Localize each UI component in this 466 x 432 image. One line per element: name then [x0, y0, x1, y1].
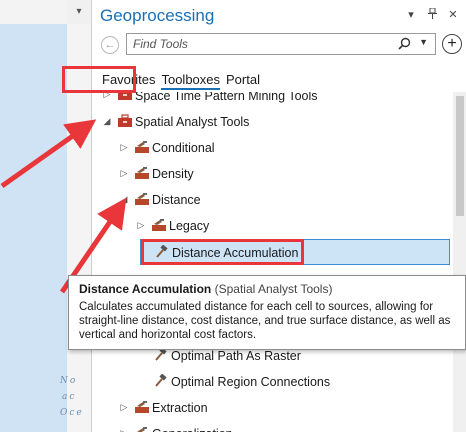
- pin-icon[interactable]: [426, 7, 438, 22]
- tool-tooltip: Distance Accumulation (Spatial Analyst T…: [68, 275, 466, 350]
- collapsed-arrow-icon[interactable]: ▷: [119, 428, 129, 432]
- tree-item-label: Space Time Pattern Mining Tools: [135, 92, 318, 103]
- map-label: No: [60, 376, 78, 386]
- tree-row[interactable]: ▷ Extraction: [92, 395, 452, 421]
- geoprocessing-pane: Geoprocessing ▾ ✕ ← ▼ + Favorites Toolbo…: [91, 0, 466, 432]
- search-box: ▼: [126, 33, 436, 55]
- tree-row[interactable]: ◢ Spatial Analyst Tools: [92, 109, 452, 135]
- tree-item-label: Generalization: [152, 427, 233, 432]
- expanded-arrow-icon[interactable]: ◢: [102, 116, 112, 127]
- pane-title-buttons: ▾ ✕: [405, 7, 459, 22]
- tree-item-label: Conditional: [152, 141, 215, 155]
- tree-item-label: Distance: [152, 193, 201, 207]
- hammer-icon: [153, 347, 167, 362]
- search-input[interactable]: [133, 37, 383, 51]
- expanded-arrow-icon[interactable]: ◢: [119, 194, 129, 205]
- tree-item-label: Density: [152, 167, 194, 181]
- tab-portal[interactable]: Portal: [226, 72, 260, 87]
- toolbox-icon: [117, 92, 133, 101]
- tree-item-label: Spatial Analyst Tools: [135, 115, 250, 129]
- toolset-icon: [134, 192, 150, 206]
- tree-item-label: Extraction: [152, 401, 208, 415]
- collapsed-arrow-icon[interactable]: ▷: [136, 220, 146, 231]
- tree-item-label: Optimal Path As Raster: [171, 349, 301, 363]
- pane-title: Geoprocessing: [100, 6, 215, 25]
- annotation-box-toolboxes: [62, 66, 136, 93]
- collapse-chevron-icon[interactable]: ▾: [67, 0, 91, 24]
- background-app-area: ▾ No ac Oce: [0, 0, 91, 432]
- hammer-icon: [153, 373, 167, 388]
- collapsed-arrow-icon[interactable]: ▷: [119, 168, 129, 179]
- scrollbar-thumb[interactable]: [456, 96, 464, 216]
- background-toolbar: [0, 0, 67, 25]
- tooltip-title: Distance Accumulation: [79, 282, 212, 296]
- tree-row[interactable]: ▷ Conditional: [92, 135, 452, 161]
- close-icon[interactable]: ✕: [447, 8, 459, 22]
- toolset-icon: [134, 166, 150, 180]
- collapsed-arrow-icon[interactable]: ▷: [119, 142, 129, 153]
- search-icon[interactable]: [398, 37, 411, 53]
- tree-row[interactable]: ◢ Distance: [92, 187, 452, 213]
- tree-item-label: Optimal Region Connections: [171, 375, 331, 389]
- tooltip-description: Calculates accumulated distance for each…: [79, 301, 451, 341]
- tree-row[interactable]: ▷ Legacy: [92, 213, 452, 239]
- tree-item-label: Legacy: [169, 219, 210, 233]
- collapsed-arrow-icon[interactable]: ▷: [119, 402, 129, 413]
- map-view[interactable]: No ac Oce: [0, 24, 82, 432]
- map-label: ac: [62, 392, 77, 402]
- search-dropdown-icon[interactable]: ▼: [419, 37, 428, 47]
- pane-options-icon[interactable]: ▾: [405, 8, 417, 22]
- toolset-icon: [134, 400, 150, 414]
- collapsed-arrow-icon[interactable]: ▷: [102, 92, 112, 100]
- toolset-icon: [151, 218, 167, 232]
- tooltip-title-line: Distance Accumulation (Spatial Analyst T…: [79, 282, 332, 296]
- tree-row[interactable]: ▷ Density: [92, 161, 452, 187]
- toolset-icon: [134, 426, 150, 432]
- annotation-box-tool: [141, 239, 304, 265]
- tree-row[interactable]: ▷ Generalization: [92, 421, 452, 432]
- back-button[interactable]: ←: [101, 36, 119, 54]
- tree-row[interactable]: Optimal Region Connections: [92, 369, 452, 395]
- toolbox-icon: [117, 114, 133, 128]
- toolset-icon: [134, 140, 150, 154]
- add-button[interactable]: +: [442, 34, 462, 54]
- tooltip-subtitle: (Spatial Analyst Tools): [214, 282, 333, 296]
- tree-row[interactable]: ▷ Space Time Pattern Mining Tools: [92, 92, 452, 108]
- vertical-scrollbar[interactable]: [453, 92, 466, 432]
- tab-toolboxes[interactable]: Toolboxes: [161, 72, 220, 90]
- map-label: Oce: [60, 408, 84, 418]
